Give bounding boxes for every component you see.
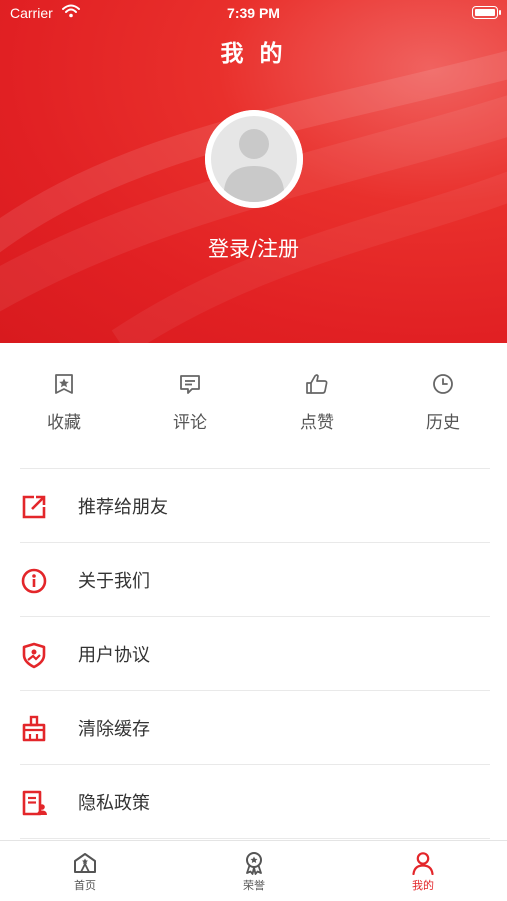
quick-action-comments[interactable]: 评论 — [135, 370, 245, 433]
medal-icon — [246, 852, 262, 875]
share-icon — [22, 495, 46, 519]
favorite-star-icon — [55, 374, 73, 394]
login-register-link[interactable]: 登录/注册 — [0, 233, 507, 263]
battery-icon — [472, 6, 501, 19]
user-icon — [412, 852, 434, 875]
quick-action-likes[interactable]: 点赞 — [262, 370, 372, 433]
tab-home[interactable]: 首页 — [25, 841, 145, 901]
default-avatar-icon — [205, 110, 303, 208]
quick-actions: 收藏 评论 点赞 历史 — [0, 370, 507, 450]
bottom-tab-bar: 首页 荣誉 我的 — [0, 840, 507, 901]
status-bar: Carrier 7:39 PM — [0, 0, 507, 28]
quick-action-favorites[interactable]: 收藏 — [9, 370, 119, 433]
tab-label: 首页 — [74, 879, 96, 892]
quick-action-label: 收藏 — [47, 413, 81, 433]
menu-item-privacy-policy[interactable]: 隐私政策 — [20, 764, 490, 839]
status-time: 7:39 PM — [227, 5, 280, 21]
menu-item-label: 用户协议 — [78, 645, 150, 666]
menu-item-label: 隐私政策 — [78, 793, 150, 814]
avatar[interactable] — [205, 110, 303, 208]
menu-item-about[interactable]: 关于我们 — [20, 542, 490, 616]
broom-icon — [22, 715, 46, 742]
tab-honors[interactable]: 荣誉 — [194, 841, 314, 901]
menu-item-share[interactable]: 推荐给朋友 — [20, 468, 490, 542]
home-icon — [74, 853, 96, 873]
menu-item-label: 清除缓存 — [78, 719, 150, 740]
thumbs-up-icon — [306, 374, 328, 394]
quick-action-label: 点赞 — [300, 413, 334, 433]
profile-header: Carrier 7:39 PM 我 的 登录/注册 — [0, 0, 507, 343]
tab-label: 荣誉 — [243, 879, 265, 892]
quick-action-label: 评论 — [173, 413, 207, 433]
page-title: 我 的 — [220, 41, 287, 67]
tab-label: 我的 — [412, 879, 434, 892]
comment-icon — [180, 375, 200, 394]
menu-item-label: 推荐给朋友 — [78, 497, 168, 518]
shield-icon — [22, 642, 46, 669]
tab-mine[interactable]: 我的 — [363, 841, 483, 901]
document-icon — [22, 790, 47, 816]
menu-item-clear-cache[interactable]: 清除缓存 — [20, 690, 490, 764]
settings-menu: 推荐给朋友 关于我们 用户协议 清除缓存 隐私政策 — [20, 468, 490, 839]
quick-action-label: 历史 — [426, 413, 460, 433]
quick-action-history[interactable]: 历史 — [388, 370, 498, 433]
menu-item-user-agreement[interactable]: 用户协议 — [20, 616, 490, 690]
info-icon — [21, 568, 47, 594]
clock-icon — [433, 374, 453, 394]
menu-item-label: 关于我们 — [78, 571, 150, 592]
